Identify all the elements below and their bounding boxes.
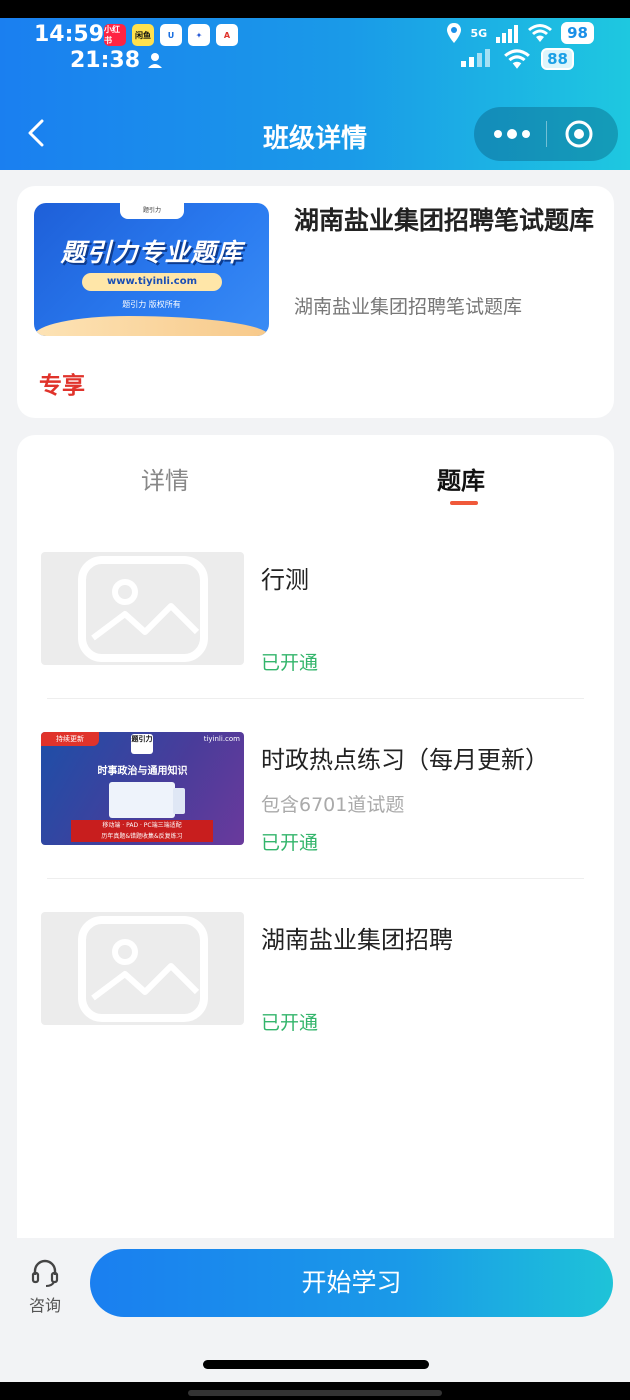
headset-icon — [31, 1259, 59, 1287]
placeholder-image-icon — [41, 552, 244, 665]
consult-button[interactable]: 咨询 — [22, 1258, 68, 1316]
app-notification-icon: A — [216, 24, 238, 46]
home-indicator[interactable] — [203, 1360, 429, 1369]
miniapp-capsule — [474, 107, 618, 161]
person-icon — [148, 53, 162, 68]
promo-site: tiyinli.com — [203, 735, 240, 743]
status-time: 14:59 — [34, 22, 105, 47]
exclusive-badge: 专享 — [39, 373, 85, 399]
tab-details[interactable]: 详情 — [141, 461, 189, 496]
list-item[interactable]: 行测 已开通 — [41, 552, 586, 674]
promo-logo: 题引力 — [131, 734, 153, 754]
cover-url: www.tiyinli.com — [82, 273, 222, 291]
item-title: 湖南盐业集团招聘 — [261, 926, 453, 954]
list-item[interactable]: 湖南盐业集团招聘 已开通 — [41, 912, 586, 1034]
course-cover-image: 题引力 题引力专业题库 www.tiyinli.com 题引力 版权所有 — [34, 203, 269, 336]
divider — [47, 878, 584, 879]
app-notification-icon: 闲鱼 — [132, 24, 154, 46]
header: 14:59 21:38 小红书 闲鱼 U ✦ A 5G 98 88 班级详情 — [0, 18, 630, 170]
device-screen-graphic — [109, 782, 175, 818]
bottom-bar: 咨询 开始学习 — [0, 1238, 630, 1400]
content-card: 详情 题库 行测 已开通 持续更新 题引力 tiyinli.com 时事政治与通… — [17, 435, 614, 1255]
app-notification-icon: ✦ — [188, 24, 210, 46]
location-icon — [447, 23, 462, 43]
status-time-secondary: 21:38 — [70, 48, 141, 73]
signal-dots-icon — [461, 49, 491, 67]
app-notification-icon: U — [160, 24, 182, 46]
wifi-icon — [528, 24, 553, 42]
course-card: 题引力 题引力专业题库 www.tiyinli.com 题引力 版权所有 湖南盐… — [17, 186, 614, 418]
close-miniapp-icon[interactable] — [564, 119, 594, 149]
network-label: 5G — [470, 26, 488, 40]
start-learning-button[interactable]: 开始学习 — [90, 1249, 613, 1317]
divider — [47, 698, 584, 699]
battery-indicator: 88 — [541, 48, 574, 70]
more-icon[interactable] — [492, 121, 532, 147]
cover-title: 题引力专业题库 — [60, 238, 243, 267]
cover-wave-decoration — [34, 316, 269, 336]
device-phone-graphic — [173, 788, 185, 814]
promo-headline: 时事政治与通用知识 — [97, 766, 188, 777]
status-right-row1: 5G 98 — [446, 22, 594, 44]
promo-thumbnail: 持续更新 题引力 tiyinli.com 时事政治与通用知识 移动端 · PAD… — [41, 732, 244, 845]
placeholder-image-icon — [41, 912, 244, 1025]
course-name: 湖南盐业集团招聘笔试题库 — [294, 206, 595, 235]
signal-icon — [496, 25, 519, 43]
item-title: 行测 — [261, 566, 309, 594]
system-gesture-bar — [188, 1390, 442, 1396]
consult-label: 咨询 — [28, 1296, 61, 1315]
bottom-black-strip — [0, 1382, 630, 1400]
tab-question-bank[interactable]: 题库 — [437, 461, 485, 496]
item-question-count: 包含6701道试题 — [261, 794, 405, 816]
status-app-icons: 小红书 闲鱼 U ✦ A — [104, 24, 238, 46]
cover-tab: 题引力 — [120, 203, 184, 219]
item-status: 已开通 — [261, 1012, 319, 1034]
item-title: 时政热点练习（每月更新） — [261, 746, 549, 774]
item-status: 已开通 — [261, 832, 319, 854]
promo-badge: 持续更新 — [41, 732, 99, 746]
course-subtitle: 湖南盐业集团招聘笔试题库 — [294, 296, 523, 318]
top-black-strip — [0, 0, 630, 18]
promo-feature-bar: 移动端 · PAD · PC端三端适配 历年真题&错题收集&反复练习 — [71, 820, 213, 842]
app-notification-icon: 小红书 — [104, 24, 126, 46]
wifi-icon — [504, 49, 531, 69]
list-item[interactable]: 持续更新 题引力 tiyinli.com 时事政治与通用知识 移动端 · PAD… — [41, 732, 586, 854]
promo-banner: 持续更新 题引力 tiyinli.com 时事政治与通用知识 移动端 · PAD… — [41, 732, 244, 845]
promo-line-2: 历年真题&错题收集&反复练习 — [101, 833, 183, 840]
battery-indicator: 98 — [561, 22, 594, 44]
capsule-divider — [546, 121, 547, 147]
status-right-row2: 88 — [459, 48, 574, 70]
promo-line-1: 移动端 · PAD · PC端三端适配 — [102, 822, 182, 829]
active-tab-indicator — [450, 501, 478, 505]
item-status: 已开通 — [261, 652, 319, 674]
cover-copyright: 题引力 版权所有 — [122, 300, 181, 309]
